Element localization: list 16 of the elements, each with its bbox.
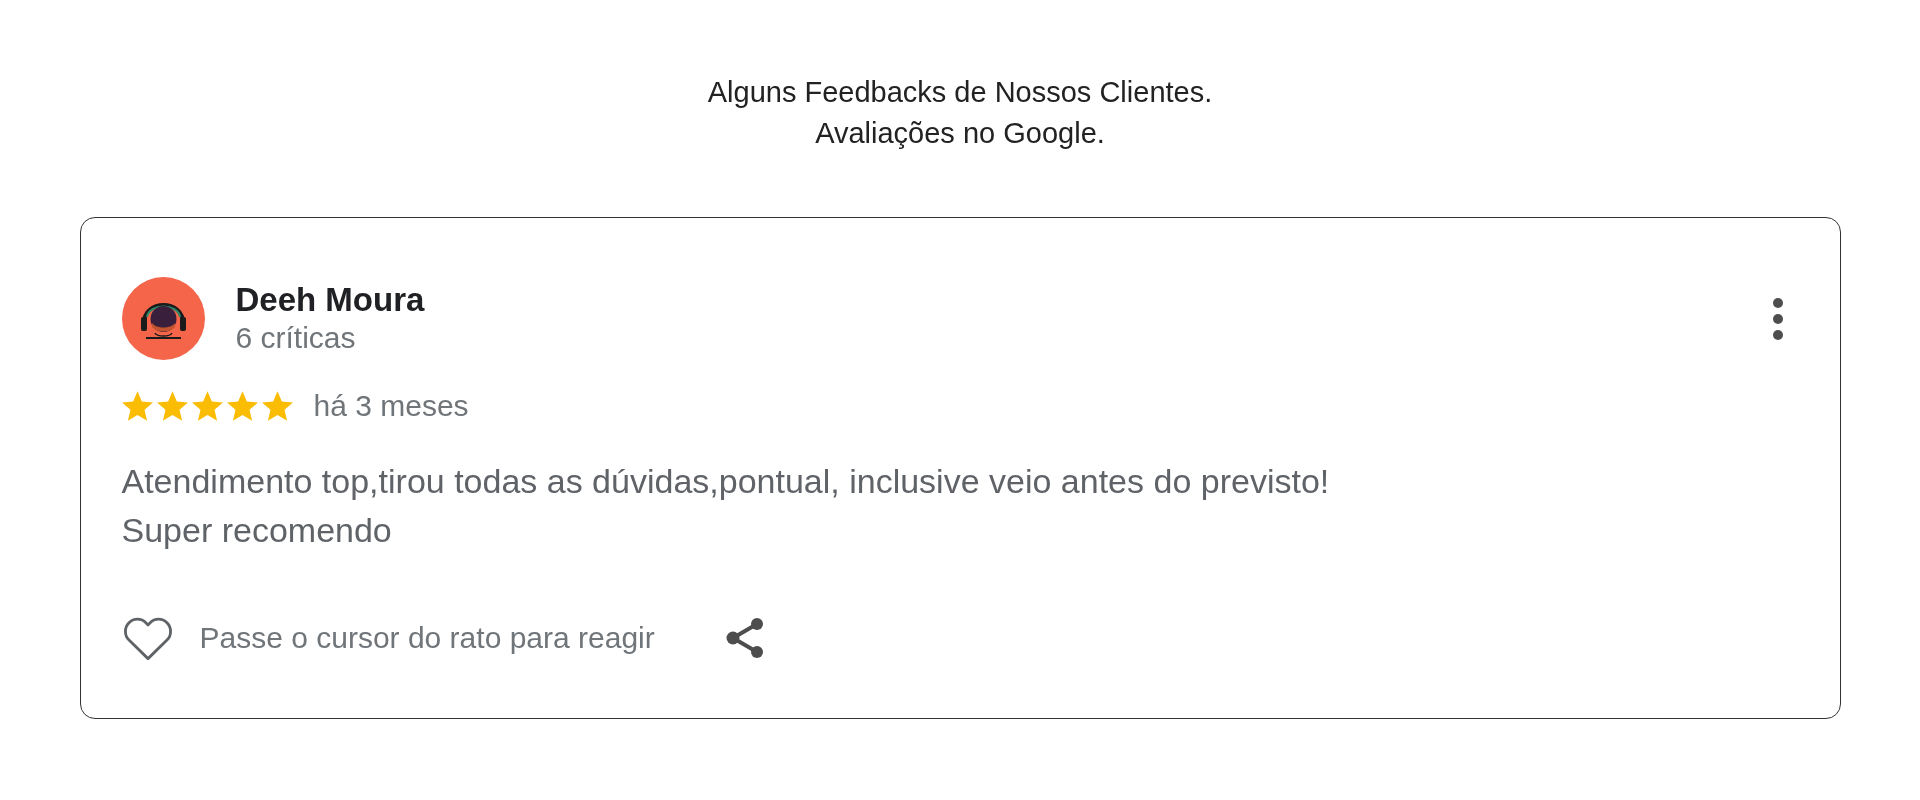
reviewer-name: Deeh Moura <box>235 280 425 319</box>
reaction-hint: Passe o cursor do rato para reagir <box>199 621 655 655</box>
star-icon <box>226 391 258 421</box>
review-time: há 3 meses <box>313 389 469 423</box>
section-heading: Avaliações no Google. <box>815 116 1105 151</box>
star-icon <box>191 391 223 421</box>
heart-icon[interactable] <box>121 615 174 661</box>
more-options-icon[interactable] <box>1772 297 1783 340</box>
star-icon <box>156 391 188 421</box>
review-text: Atendimento top,tirou todas as dúvidas,pontual, inclusive veio antes do previsto! Super recomendo <box>121 461 1331 551</box>
share-icon[interactable] <box>724 617 765 659</box>
section-heading: Alguns Feedbacks de Nossos Clientes. <box>707 75 1213 110</box>
star-icon <box>261 391 293 421</box>
review-count: 6 críticas <box>235 319 357 356</box>
star-icon <box>121 391 153 421</box>
avatar-headphones-icon <box>121 277 205 360</box>
